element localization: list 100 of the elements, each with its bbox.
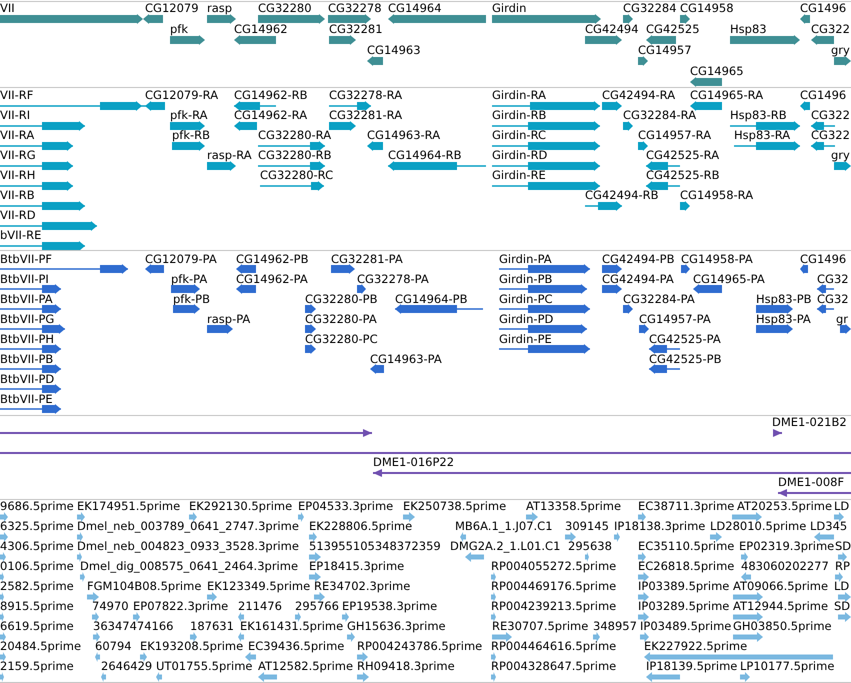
- feature-label: VII-RI: [0, 109, 30, 122]
- feature-label: EK292130.5prime: [189, 500, 292, 513]
- feature-label: LD345: [810, 520, 848, 533]
- feature-label: AT12582.5prime: [258, 660, 354, 673]
- feature-label: CG12079: [145, 2, 199, 15]
- feature-label: pfk-RA: [170, 109, 208, 122]
- feature-label: CG32284-RA: [623, 109, 696, 122]
- feature-label: rasp-RA: [207, 149, 252, 162]
- feature-label: 74970: [92, 600, 129, 613]
- feature-label: rasp: [207, 2, 232, 15]
- feature-label: RP: [835, 560, 850, 573]
- feature-label: SD: [834, 600, 850, 613]
- feature-label: VII: [0, 2, 15, 15]
- feature-label: CG14963: [367, 44, 421, 57]
- feature-label: CG14958-PA: [681, 253, 753, 266]
- feature-label: Girdin-PD: [499, 313, 554, 326]
- feature-label: Girdin-PB: [499, 273, 552, 286]
- feature-label: CG42525-RA: [646, 149, 720, 162]
- feature-label: RE30707.5prime: [492, 620, 588, 633]
- feature-label: CG14964-RB: [388, 149, 462, 162]
- feature-label: EC39436.5prime: [248, 640, 344, 653]
- feature-label: RP004469176.5prime: [491, 580, 616, 593]
- feature-label: CG14965: [690, 65, 744, 78]
- feature-label: CG14962: [234, 23, 288, 36]
- feature-label: VII-RG: [0, 149, 36, 162]
- feature-label: gry: [831, 149, 850, 162]
- feature-label: 309145: [565, 520, 609, 533]
- feature-label: BtbVII-PG: [0, 313, 54, 326]
- feature-label: Girdin: [492, 2, 526, 15]
- feature-label: EC38711.3prime: [638, 500, 734, 513]
- feature-label: EK250738.5prime: [403, 500, 506, 513]
- feature-label: RP004328647.5prime: [491, 660, 616, 673]
- feature-label: VII-RH: [0, 169, 36, 182]
- feature-label: CG32280-RA: [258, 129, 332, 142]
- feature-label: DME1-008F: [778, 476, 844, 489]
- feature-label: VII-RB: [0, 189, 35, 202]
- feature-label: CG32278: [328, 2, 382, 15]
- feature-label: VII-RD: [0, 209, 36, 222]
- feature-label: DME1-016P22: [373, 456, 454, 469]
- feature-label: Girdin-RA: [492, 89, 546, 102]
- feature-label: CG32281-RA: [329, 109, 402, 122]
- feature-label: Dmel_neb_003789_0641_2747.3prime: [77, 520, 299, 533]
- feature-label: BtbVII-PI: [0, 273, 49, 286]
- feature-label: CG32278-PA: [357, 273, 429, 286]
- feature-label: IP18138.3prime: [614, 520, 706, 533]
- feature-label: CG322: [811, 109, 850, 122]
- feature-label: CG32284-PA: [623, 293, 695, 306]
- feature-label: CG32280-PC: [305, 333, 378, 346]
- feature-label: AT09066.5prime: [733, 580, 828, 593]
- feature-label: CG42494-PA: [602, 273, 674, 286]
- feature-label: Dmel_dig_008575_0641_2464.3prime: [80, 560, 298, 573]
- feature-label: Hsp83-PA: [756, 313, 811, 326]
- feature-label: CG14965-RA: [690, 89, 764, 102]
- feature-label: rasp-PA: [207, 313, 250, 326]
- feature-label: CG1496: [800, 253, 846, 266]
- feature-label: CG14964: [388, 2, 442, 15]
- feature-label: EP07822.3prime: [133, 600, 228, 613]
- feature-label: 513955105348372359: [309, 540, 441, 553]
- feature-label: EK227922.5prime: [644, 640, 748, 653]
- feature-label: gr: [836, 313, 848, 326]
- feature-label: AT20253.5prime: [737, 500, 832, 513]
- feature-label: DME1-021B2: [772, 416, 847, 429]
- feature-label: CG14957: [638, 44, 692, 57]
- feature-label: CG14963-RA: [367, 129, 440, 142]
- feature-label: EK193208.5prime: [140, 640, 244, 653]
- feature-label: LD: [834, 500, 850, 513]
- feature-label: RP004464616.5prime: [491, 640, 616, 653]
- feature-label: pfk-PA: [171, 273, 208, 286]
- feature-label: LP10177.5prime: [740, 660, 834, 673]
- feature-label: IP03489.5prime: [640, 620, 732, 633]
- feature-label: 2159.5prime: [0, 660, 74, 673]
- feature-label: EK161431.5prime: [240, 620, 344, 633]
- feature-label: FGM104B08.5prime: [87, 580, 202, 593]
- feature-label: IP03289.5prime: [638, 600, 730, 613]
- feature-label: 211476: [238, 600, 282, 613]
- feature-label: EP02319.3prime: [739, 540, 834, 553]
- feature-label: LD: [834, 580, 850, 593]
- feature-label: EC26818.5prime: [638, 560, 734, 573]
- feature-label: CG32280-PB: [305, 293, 378, 306]
- feature-label: CG322: [811, 129, 850, 142]
- feature-label: GH15636.3prime: [347, 620, 446, 633]
- feature-label: CG1496: [800, 2, 846, 15]
- feature-label: 36347474166: [93, 620, 174, 633]
- feature-label: CG32280: [258, 2, 312, 15]
- feature-label: BtbVII-PH: [0, 333, 54, 346]
- feature-label: CG32281: [329, 23, 383, 36]
- feature-label: 6325.5prime: [0, 520, 74, 533]
- feature-label: Girdin-RD: [492, 149, 548, 162]
- feature-label: CG42494-RB: [585, 189, 659, 202]
- feature-label: AT12944.5prime: [733, 600, 828, 613]
- feature-label: 9686.5prime: [0, 500, 74, 513]
- feature-label: CG42525-PA: [649, 333, 721, 346]
- feature-label: CG32280-PA: [305, 313, 377, 326]
- feature-label: pfk-RB: [172, 129, 210, 142]
- feature-label: Girdin-RC: [492, 129, 546, 142]
- feature-label: CG14965-PA: [693, 273, 765, 286]
- feature-label: EK228806.5prime: [309, 520, 412, 533]
- feature-label: CG32284: [623, 2, 677, 15]
- feature-label: CG42525-PB: [649, 353, 722, 366]
- feature-label: pfk-PB: [173, 293, 210, 306]
